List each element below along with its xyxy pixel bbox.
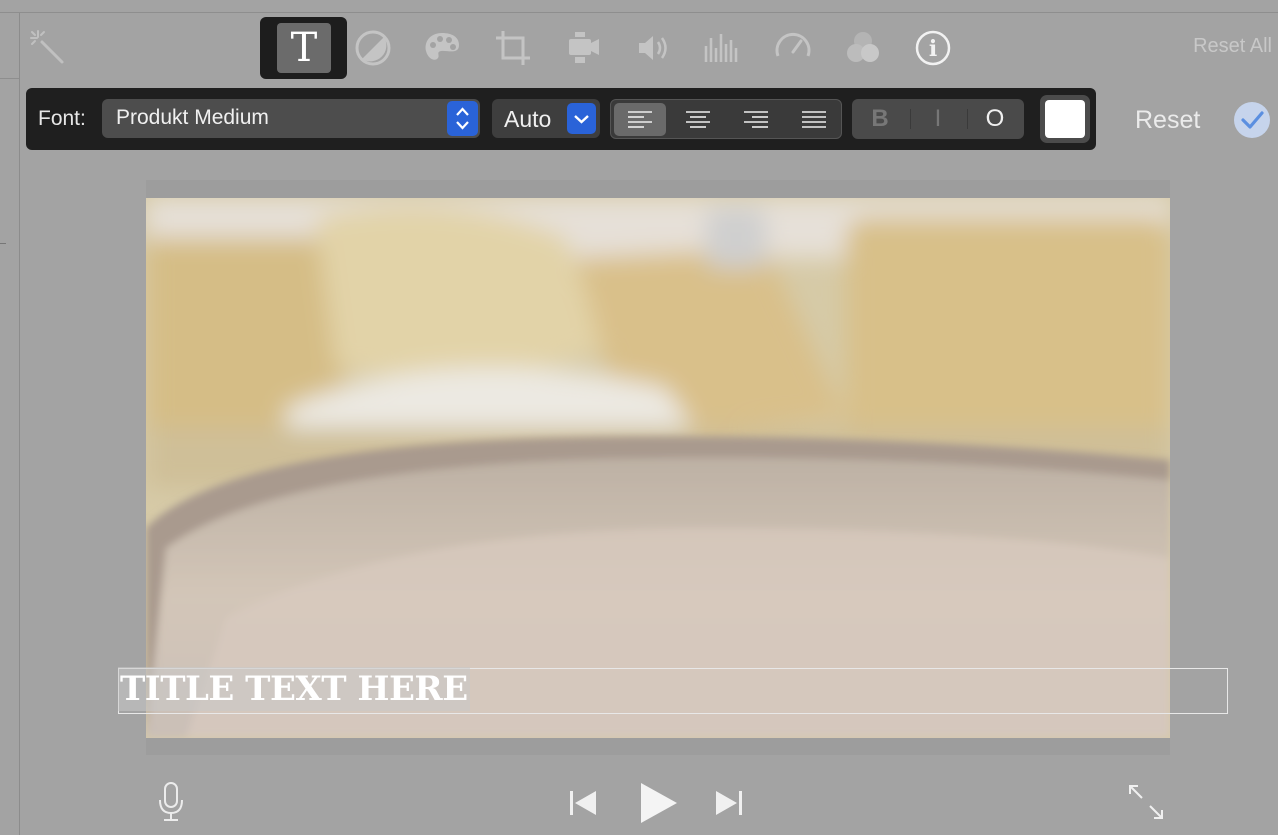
align-center-button[interactable] (672, 103, 724, 136)
title-inspector-bar: Font: Produkt Medium Auto B I O (26, 88, 1096, 150)
font-style-segmented-control: B I O (852, 99, 1024, 139)
align-left-button[interactable] (614, 103, 666, 136)
italic-button[interactable]: I (910, 99, 966, 139)
font-size-popup[interactable]: Auto (492, 99, 600, 138)
magic-wand-icon[interactable] (20, 22, 76, 74)
equalizer-icon[interactable] (694, 22, 750, 74)
reset-button[interactable]: Reset (1135, 106, 1200, 135)
left-pane-line (0, 78, 19, 79)
imovie-editor: T i Reset All Font: Produkt Medium Auto … (0, 0, 1278, 835)
left-pane-tick (0, 243, 6, 244)
stabilization-camera-icon[interactable] (555, 22, 611, 74)
reset-all-button[interactable]: Reset All (1193, 35, 1272, 58)
align-right-button[interactable] (730, 103, 782, 136)
text-color-swatch (1045, 100, 1085, 138)
text-color-well[interactable] (1040, 95, 1090, 143)
font-size-value: Auto (504, 106, 552, 132)
info-icon[interactable]: i (905, 22, 961, 74)
overlay-circles-icon[interactable] (835, 22, 891, 74)
font-popup-value: Produkt Medium (116, 106, 269, 129)
align-justify-button[interactable] (788, 103, 840, 136)
chevron-down-icon[interactable] (567, 103, 596, 134)
checkmark-icon (1241, 111, 1264, 129)
left-pane-divider[interactable] (19, 13, 20, 835)
font-popup-stepper[interactable] (447, 101, 478, 136)
crop-icon[interactable] (485, 22, 541, 74)
color-balance-icon[interactable] (345, 22, 401, 74)
speedometer-icon[interactable] (765, 22, 821, 74)
apply-button[interactable] (1234, 102, 1270, 138)
font-label: Font: (38, 107, 86, 130)
outline-button[interactable]: O (967, 99, 1023, 139)
align-right-icon (744, 111, 768, 128)
align-center-icon (686, 111, 710, 128)
fullscreen-icon[interactable] (1126, 782, 1166, 827)
align-justify-icon (802, 111, 826, 128)
align-left-icon (628, 111, 652, 128)
title-text-icon[interactable]: T (277, 23, 331, 73)
alignment-segmented-control (610, 99, 842, 139)
color-palette-icon[interactable] (414, 22, 470, 74)
play-icon[interactable] (636, 780, 680, 831)
skip-back-icon[interactable] (566, 787, 600, 824)
svg-text:i: i (929, 36, 937, 62)
skip-forward-icon[interactable] (712, 787, 746, 824)
bold-button[interactable]: B (852, 99, 908, 139)
title-text[interactable]: TITLE TEXT HERE (118, 667, 470, 711)
font-popup[interactable]: Produkt Medium (102, 99, 480, 138)
video-preview[interactable] (146, 198, 1170, 738)
microphone-icon[interactable] (155, 780, 187, 829)
volume-icon[interactable] (625, 22, 681, 74)
top-divider (0, 12, 1278, 13)
video-frame-image (146, 198, 1170, 738)
